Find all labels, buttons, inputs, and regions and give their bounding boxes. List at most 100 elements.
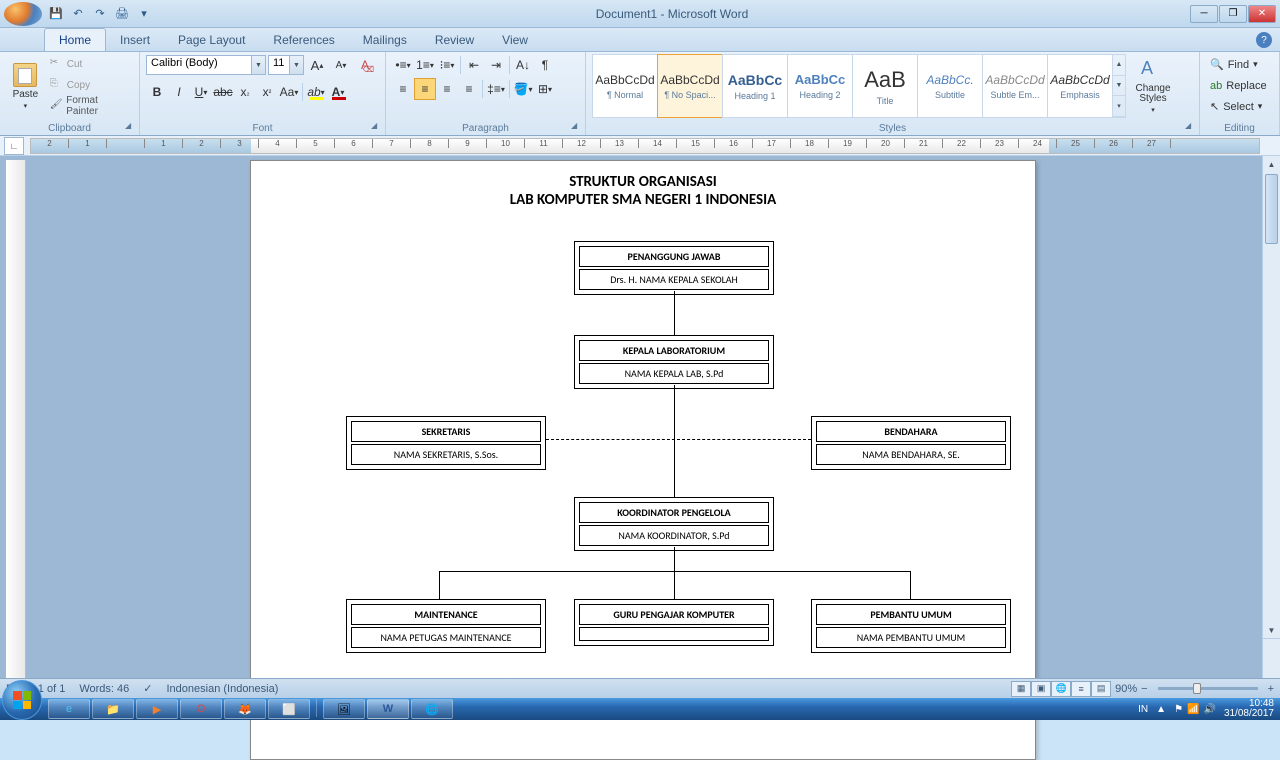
status-language[interactable]: Indonesian (Indonesia) xyxy=(166,683,278,695)
org-node-sekretaris[interactable]: SEKRETARIS NAMA SEKRETARIS, S.Sos. xyxy=(346,416,546,470)
justify-button[interactable]: ≡ xyxy=(458,78,480,100)
taskbar-chrome[interactable]: 🌐 xyxy=(411,699,453,719)
save-button[interactable]: 💾 xyxy=(46,4,66,24)
decrease-indent-button[interactable]: ⇤ xyxy=(463,54,485,76)
tab-view[interactable]: View xyxy=(488,29,542,51)
numbering-button[interactable]: 1≡▾ xyxy=(414,54,436,76)
select-button[interactable]: ↖Select▾ xyxy=(1206,96,1273,117)
subscript-button[interactable]: x₂ xyxy=(234,81,256,103)
view-draft[interactable]: ▤ xyxy=(1091,681,1111,697)
increase-indent-button[interactable]: ⇥ xyxy=(485,54,507,76)
tray-lang[interactable]: IN xyxy=(1138,704,1148,715)
style-normal[interactable]: AaBbCcDd¶ Normal xyxy=(592,54,658,118)
align-right-button[interactable]: ≡ xyxy=(436,78,458,100)
vertical-scrollbar[interactable]: ▲ ▼ xyxy=(1262,156,1280,678)
paste-button[interactable]: Paste ▾ xyxy=(6,54,45,118)
zoom-level[interactable]: 90% xyxy=(1115,683,1137,695)
taskbar-word[interactable]: W xyxy=(367,699,409,719)
find-button[interactable]: 🔍Find▾ xyxy=(1206,54,1273,75)
align-center-button[interactable]: ≡ xyxy=(414,78,436,100)
font-launcher[interactable]: ◢ xyxy=(371,121,383,133)
shrink-font-button[interactable]: A▾ xyxy=(330,54,352,76)
line-spacing-button[interactable]: ‡≡▾ xyxy=(485,78,507,100)
vertical-ruler[interactable] xyxy=(6,160,26,678)
paragraph-launcher[interactable]: ◢ xyxy=(571,121,583,133)
italic-button[interactable]: I xyxy=(168,81,190,103)
minimize-button[interactable]: ─ xyxy=(1190,5,1218,23)
zoom-slider[interactable] xyxy=(1158,687,1258,690)
document-page[interactable]: STRUKTUR ORGANISASI LAB KOMPUTER SMA NEG… xyxy=(250,160,1036,760)
style-heading-2[interactable]: AaBbCcHeading 2 xyxy=(787,54,853,118)
style-title[interactable]: AaBTitle xyxy=(852,54,918,118)
tray-clock[interactable]: 10:48 31/08/2017 xyxy=(1224,699,1274,719)
view-print-layout[interactable]: ▦ xyxy=(1011,681,1031,697)
taskbar-media[interactable]: ▶ xyxy=(136,699,178,719)
gallery-scroll[interactable]: ▲▼▾ xyxy=(1112,54,1126,118)
qat-customize[interactable]: ▾ xyxy=(134,4,154,24)
tab-review[interactable]: Review xyxy=(421,29,488,51)
change-styles-button[interactable]: A Change Styles ▾ xyxy=(1128,54,1178,118)
tab-insert[interactable]: Insert xyxy=(106,29,164,51)
tray-show-hidden[interactable]: ▲ xyxy=(1156,704,1166,715)
redo-button[interactable]: ↷ xyxy=(90,4,110,24)
tab-references[interactable]: References xyxy=(259,29,348,51)
multilevel-button[interactable]: ⁝≡▾ xyxy=(436,54,458,76)
borders-button[interactable]: ⊞▾ xyxy=(534,78,556,100)
underline-button[interactable]: U▾ xyxy=(190,81,212,103)
change-case-button[interactable]: Aa▾ xyxy=(278,81,300,103)
font-size-combo[interactable]: 11▼ xyxy=(268,55,304,75)
tab-selector[interactable]: ∟ xyxy=(4,137,24,155)
taskbar-app1[interactable]: ⬜ xyxy=(268,699,310,719)
org-node-koordinator[interactable]: KOORDINATOR PENGELOLA NAMA KOORDINATOR, … xyxy=(574,497,774,551)
zoom-in-button[interactable]: + xyxy=(1268,683,1274,695)
grow-font-button[interactable]: A▴ xyxy=(306,54,328,76)
status-words[interactable]: Words: 46 xyxy=(79,683,129,695)
view-web[interactable]: 🌐 xyxy=(1051,681,1071,697)
scroll-down-button[interactable]: ▼ xyxy=(1263,622,1280,638)
tray-volume-icon[interactable]: 🔊 xyxy=(1203,704,1215,715)
browse-object-buttons[interactable] xyxy=(1263,638,1280,678)
shading-button[interactable]: 🪣▾ xyxy=(512,78,534,100)
org-node-pembantu[interactable]: PEMBANTU UMUM NAMA PEMBANTU UMUM xyxy=(811,599,1011,653)
tab-home[interactable]: Home xyxy=(44,28,106,51)
style-subtitle[interactable]: AaBbCc.Subtitle xyxy=(917,54,983,118)
style-subtle-em[interactable]: AaBbCcDdSubtle Em... xyxy=(982,54,1048,118)
highlight-button[interactable]: ab▾ xyxy=(305,81,327,103)
style-emphasis[interactable]: AaBbCcDdEmphasis xyxy=(1047,54,1113,118)
clear-format-button[interactable]: A⌫ xyxy=(354,54,376,76)
scroll-thumb[interactable] xyxy=(1265,174,1278,244)
font-color-button[interactable]: A▾ xyxy=(327,81,349,103)
superscript-button[interactable]: x² xyxy=(256,81,278,103)
horizontal-ruler[interactable]: 2112345678910111213141516171819202122232… xyxy=(30,138,1260,154)
scroll-up-button[interactable]: ▲ xyxy=(1263,156,1280,172)
taskbar-ie[interactable]: e xyxy=(48,699,90,719)
copy-button[interactable]: ⎘Copy xyxy=(47,75,133,95)
taskbar-picture[interactable]: 🖼 xyxy=(323,699,365,719)
styles-launcher[interactable]: ◢ xyxy=(1185,121,1197,133)
status-proofing-icon[interactable]: ✓ xyxy=(143,682,152,695)
sort-button[interactable]: A↓ xyxy=(512,54,534,76)
org-node-kepala-lab[interactable]: KEPALA LABORATORIUM NAMA KEPALA LAB, S.P… xyxy=(574,335,774,389)
format-painter-button[interactable]: 🖌Format Painter xyxy=(47,96,133,116)
tray-network-icon[interactable]: 📶 xyxy=(1187,704,1199,715)
org-node-guru[interactable]: GURU PENGAJAR KOMPUTER xyxy=(574,599,774,646)
help-button[interactable]: ? xyxy=(1256,32,1272,48)
close-button[interactable]: ✕ xyxy=(1248,5,1276,23)
maximize-button[interactable]: ❐ xyxy=(1219,5,1247,23)
tab-mailings[interactable]: Mailings xyxy=(349,29,421,51)
style-no-spacing[interactable]: AaBbCcDd¶ No Spaci... xyxy=(657,54,723,118)
org-node-maintenance[interactable]: MAINTENANCE NAMA PETUGAS MAINTENANCE xyxy=(346,599,546,653)
bullets-button[interactable]: •≡▾ xyxy=(392,54,414,76)
strike-button[interactable]: abc xyxy=(212,81,234,103)
tray-flag-icon[interactable]: ⚑ xyxy=(1174,704,1183,715)
view-full-screen[interactable]: ▣ xyxy=(1031,681,1051,697)
replace-button[interactable]: abReplace xyxy=(1206,75,1273,96)
undo-button[interactable]: ↶ xyxy=(68,4,88,24)
style-heading-1[interactable]: AaBbCcHeading 1 xyxy=(722,54,788,118)
bold-button[interactable]: B xyxy=(146,81,168,103)
taskbar-firefox[interactable]: 🦊 xyxy=(224,699,266,719)
align-left-button[interactable]: ≡ xyxy=(392,78,414,100)
cut-button[interactable]: ✂Cut xyxy=(47,54,133,74)
zoom-out-button[interactable]: − xyxy=(1141,683,1147,695)
clipboard-launcher[interactable]: ◢ xyxy=(125,121,137,133)
